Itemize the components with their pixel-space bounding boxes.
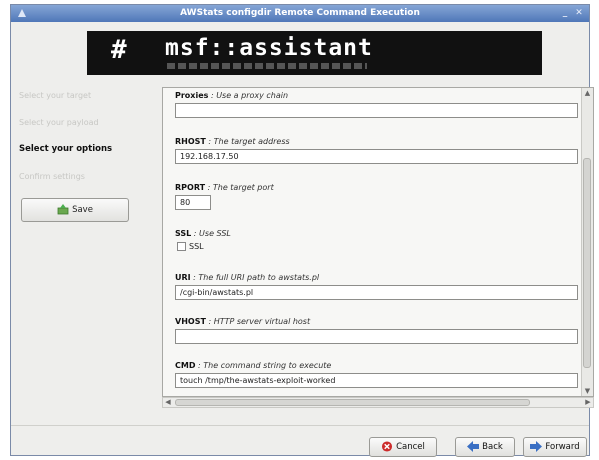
cancel-icon — [382, 441, 393, 452]
forward-button-label: Forward — [545, 442, 580, 452]
vertical-scrollbar[interactable]: ▲ ▼ — [581, 88, 593, 396]
option-ssl-desc: Use SSL — [199, 229, 231, 238]
title-bar[interactable]: AWStats configdir Remote Command Executi… — [11, 5, 589, 22]
wizard-steps: Select your target Select your payload S… — [19, 89, 137, 197]
back-button[interactable]: Back — [455, 437, 515, 457]
ssl-checkbox-box[interactable] — [177, 242, 186, 251]
save-button-label: Save — [72, 205, 93, 215]
close-icon[interactable]: ✕ — [573, 7, 585, 19]
scroll-down-icon[interactable]: ▼ — [582, 386, 593, 396]
scroll-left-icon[interactable]: ◀ — [163, 398, 173, 407]
option-vhost-desc: HTTP server virtual host — [213, 317, 311, 326]
option-ssl-name: SSL — [175, 229, 192, 238]
option-vhost: VHOST : HTTP server virtual host — [175, 316, 578, 344]
scroll-right-icon[interactable]: ▶ — [583, 398, 593, 407]
button-separator — [11, 425, 589, 426]
ssl-checkbox-label: SSL — [189, 242, 204, 251]
minimize-icon[interactable]: _ — [559, 7, 571, 19]
option-rport: RPORT : The target port 80 — [175, 182, 578, 210]
option-cmd-desc: The command string to execute — [203, 361, 332, 370]
cancel-button[interactable]: Cancel — [369, 437, 437, 457]
option-uri-desc: The full URI path to awstats.pl — [198, 273, 320, 282]
back-arrow-icon — [467, 441, 480, 452]
step-select-options: Select your options — [19, 144, 113, 154]
option-cmd: CMD : The command string to execute touc… — [175, 360, 578, 388]
horizontal-scrollbar[interactable]: ◀ ▶ — [162, 397, 594, 408]
step-select-target: Select your target — [19, 91, 92, 100]
cancel-button-label: Cancel — [396, 442, 425, 452]
proxies-input[interactable] — [175, 103, 578, 118]
cmd-input[interactable]: touch /tmp/the-awstats-exploit-worked — [175, 373, 578, 388]
forward-button[interactable]: Forward — [523, 437, 587, 457]
option-cmd-name: CMD — [175, 361, 196, 370]
step-confirm-settings: Confirm settings — [19, 172, 85, 181]
options-scroll-panel[interactable]: Proxies : Use a proxy chain RHOST : The … — [162, 87, 594, 397]
option-uri: URI : The full URI path to awstats.pl /c… — [175, 272, 578, 300]
banner-logo-reflection — [167, 63, 367, 69]
step-select-payload: Select your payload — [19, 118, 99, 127]
option-proxies-name: Proxies — [175, 91, 209, 100]
option-proxies-desc: Use a proxy chain — [216, 91, 289, 100]
forward-arrow-icon — [530, 441, 543, 452]
window-title: AWStats configdir Remote Command Executi… — [180, 8, 420, 18]
save-button[interactable]: Save — [21, 198, 129, 222]
banner-hash: # — [111, 35, 127, 65]
option-vhost-name: VHOST — [175, 317, 206, 326]
vhost-input[interactable] — [175, 329, 578, 344]
option-ssl: SSL : Use SSL SSL — [175, 228, 578, 253]
save-icon — [57, 204, 69, 215]
horizontal-scroll-thumb[interactable] — [175, 399, 530, 406]
option-rport-desc: The target port — [212, 183, 274, 192]
uri-input[interactable]: /cgi-bin/awstats.pl — [175, 285, 578, 300]
scroll-up-icon[interactable]: ▲ — [582, 88, 593, 98]
option-uri-name: URI — [175, 273, 191, 282]
option-rhost-name: RHOST — [175, 137, 206, 146]
back-button-label: Back — [482, 442, 503, 452]
banner-logo: msf::assistant — [165, 35, 373, 61]
msf-assistant-banner: # msf::assistant — [87, 31, 542, 75]
rhost-input[interactable]: 192.168.17.50 — [175, 149, 578, 164]
option-rhost: RHOST : The target address 192.168.17.50 — [175, 136, 578, 164]
option-rhost-desc: The target address — [213, 137, 290, 146]
wizard-window: AWStats configdir Remote Command Executi… — [10, 4, 594, 457]
app-icon — [18, 9, 26, 17]
option-rport-name: RPORT — [175, 183, 206, 192]
rport-input[interactable]: 80 — [175, 195, 211, 210]
ssl-checkbox[interactable]: SSL — [175, 241, 578, 253]
vertical-scroll-thumb[interactable] — [583, 158, 591, 368]
option-proxies: Proxies : Use a proxy chain — [175, 90, 578, 118]
